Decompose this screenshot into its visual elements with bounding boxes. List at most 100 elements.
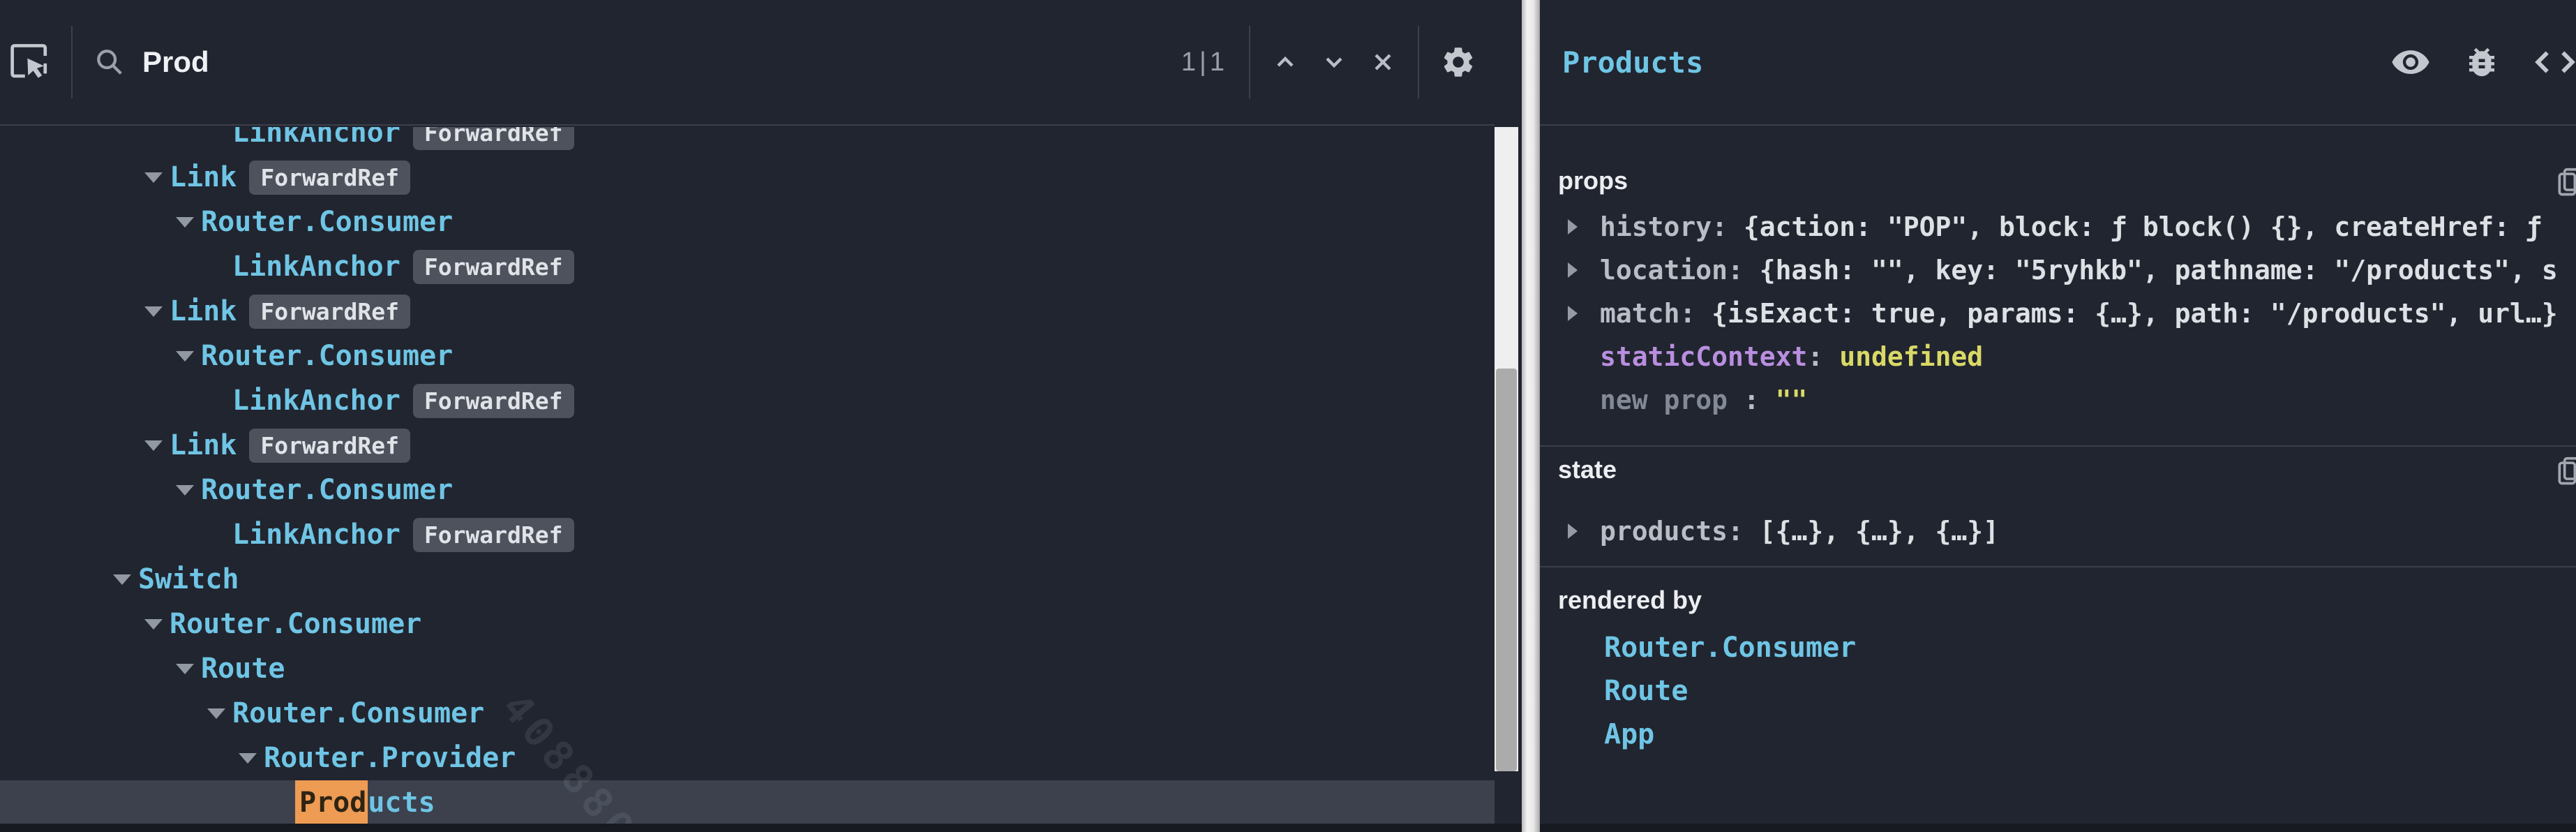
tree-row-linkanchor[interactable]: LinkAnchorForwardRef: [0, 512, 1495, 557]
kv-row-new-prop[interactable]: new prop : "": [1568, 378, 2576, 422]
rendered-by-route[interactable]: Route: [1604, 669, 2576, 713]
component-name: LinkAnchor: [232, 385, 400, 417]
expand-arrow-icon[interactable]: [1568, 262, 1600, 278]
components-toolbar: 1|1: [0, 0, 1495, 126]
expand-arrow-icon[interactable]: [1568, 523, 1600, 539]
next-result-button[interactable]: [1320, 48, 1348, 76]
value-editable[interactable]: undefined: [1839, 341, 1983, 372]
tree-row-switch[interactable]: Switch: [0, 557, 1495, 602]
tree-row-router-consumer[interactable]: Router.Consumer: [0, 691, 1495, 736]
gear-icon: [1440, 44, 1476, 80]
copy-icon[interactable]: [2556, 168, 2576, 198]
expand-arrow-icon[interactable]: [144, 440, 163, 451]
expand-arrow-icon[interactable]: [207, 708, 225, 719]
expand-arrow-icon[interactable]: [239, 753, 257, 764]
component-name: Link: [170, 429, 237, 461]
component-name: Router.Provider: [264, 742, 516, 774]
key-value-separator: :: [1807, 341, 1839, 372]
component-name: Router.Consumer: [232, 697, 484, 729]
prop-key: staticContext: [1600, 341, 1807, 372]
forwardref-badge: ForwardRef: [413, 384, 574, 418]
bottom-edge: [0, 824, 2576, 832]
value-editable[interactable]: "": [1776, 385, 1808, 415]
scrollbar-thumb[interactable]: [1496, 369, 1517, 771]
expand-arrow-icon[interactable]: [144, 172, 163, 183]
eye-icon: [2390, 42, 2431, 82]
search-icon: [93, 46, 126, 78]
inspect-dom-button[interactable]: [2390, 42, 2431, 82]
expand-arrow-icon[interactable]: [144, 619, 163, 630]
react-devtools-components-panel: 1|1: [0, 0, 2576, 832]
props-heading: props: [1558, 166, 2576, 195]
component-name: Router.Consumer: [170, 608, 421, 640]
expand-arrow-icon[interactable]: [144, 306, 163, 317]
search-result-count: 1|1: [1181, 47, 1228, 77]
state-section: state products: [{…}, {…}, {…}]: [1540, 447, 2576, 566]
expand-arrow-icon[interactable]: [176, 217, 194, 228]
tree-row-link[interactable]: Link ForwardRef: [0, 289, 1495, 334]
component-name: Link: [170, 161, 237, 193]
settings-button[interactable]: [1440, 44, 1476, 80]
tree-row-link[interactable]: Link ForwardRef: [0, 423, 1495, 468]
tree-row-products[interactable]: Products: [0, 780, 1495, 824]
inspector-panel: Products: [1540, 0, 2576, 832]
tree-row-route[interactable]: Route: [0, 646, 1495, 691]
prop-key: new prop: [1600, 385, 1728, 415]
view-source-button[interactable]: [2533, 43, 2576, 81]
expand-arrow-icon[interactable]: [1568, 306, 1600, 321]
toolbar-separator: [71, 26, 73, 98]
rendered-by-section: rendered by Router.ConsumerRouteApp: [1540, 567, 2576, 756]
prop-key: history: [1600, 211, 1712, 242]
state-heading: state: [1558, 455, 2576, 484]
tree-row-router-consumer[interactable]: Router.Consumer: [0, 200, 1495, 244]
clear-search-button[interactable]: [1369, 48, 1397, 76]
inspector-header: Products: [1540, 0, 2576, 126]
forwardref-badge: ForwardRef: [249, 429, 410, 463]
kv-row-staticcontext[interactable]: staticContext: undefined: [1568, 335, 2576, 378]
component-name: Router.Consumer: [201, 206, 453, 238]
panel-resize-divider[interactable]: [1522, 0, 1540, 832]
key-value-separator: :: [1712, 211, 1744, 242]
forwardref-badge: ForwardRef: [249, 295, 410, 329]
key-value-separator: :: [1728, 385, 1776, 415]
rendered-by-router-consumer[interactable]: Router.Consumer: [1604, 626, 2576, 669]
expand-arrow-icon[interactable]: [176, 485, 194, 496]
tree-row-linkanchor[interactable]: LinkAnchor ForwardRef: [0, 378, 1495, 423]
rendered-by-heading: rendered by: [1558, 586, 2576, 615]
tree-row-router-consumer[interactable]: Router.Consumer: [0, 468, 1495, 512]
inspect-element-button[interactable]: [10, 42, 50, 82]
expand-arrow-icon[interactable]: [176, 351, 194, 362]
expand-arrow-icon[interactable]: [113, 574, 131, 585]
component-name: Products: [295, 787, 435, 819]
close-icon: [1369, 48, 1397, 76]
tree-row-linkanchor[interactable]: LinkAnchorForwardRef: [0, 127, 1495, 155]
expand-arrow-icon[interactable]: [176, 664, 194, 674]
tree-row-router-consumer[interactable]: Router.Consumer: [0, 334, 1495, 378]
rendered-by-app[interactable]: App: [1604, 713, 2576, 756]
chevron-down-icon: [1320, 48, 1348, 76]
kv-row-location[interactable]: location: {hash: "", key: "5ryhkb", path…: [1568, 248, 2576, 292]
expand-arrow-icon[interactable]: [1568, 219, 1600, 235]
kv-row-match[interactable]: match: {isExact: true, params: {…}, path…: [1568, 292, 2576, 335]
tree-vertical-scrollbar[interactable]: [1495, 127, 1518, 771]
value-preview: {hash: "", key: "5ryhkb", pathname: "/pr…: [1760, 255, 2558, 285]
previous-result-button[interactable]: [1271, 48, 1299, 76]
code-brackets-icon: [2533, 43, 2576, 81]
tree-row-router-consumer[interactable]: Router.Consumer: [0, 602, 1495, 646]
component-search-input[interactable]: [141, 45, 1181, 80]
component-name: Link: [170, 295, 237, 327]
copy-icon[interactable]: [2556, 456, 2576, 487]
kv-row-products[interactable]: products: [{…}, {…}, {…}]: [1568, 510, 2576, 553]
kv-row-history[interactable]: history: {action: "POP", block: ƒ block(…: [1568, 205, 2576, 248]
forwardref-badge: ForwardRef: [249, 161, 410, 195]
tree-row-link[interactable]: Link ForwardRef: [0, 155, 1495, 200]
component-name: Router.Consumer: [201, 340, 453, 372]
forwardref-badge: ForwardRef: [413, 518, 574, 552]
tree-row-linkanchor[interactable]: LinkAnchorForwardRef: [0, 244, 1495, 289]
toolbar-separator: [1418, 26, 1419, 98]
chevron-up-icon: [1271, 48, 1299, 76]
prop-key: match: [1600, 298, 1679, 329]
tree-row-router-provider[interactable]: Router.Provider: [0, 736, 1495, 780]
log-component-button[interactable]: [2463, 43, 2501, 81]
toolbar-separator: [1249, 26, 1250, 98]
